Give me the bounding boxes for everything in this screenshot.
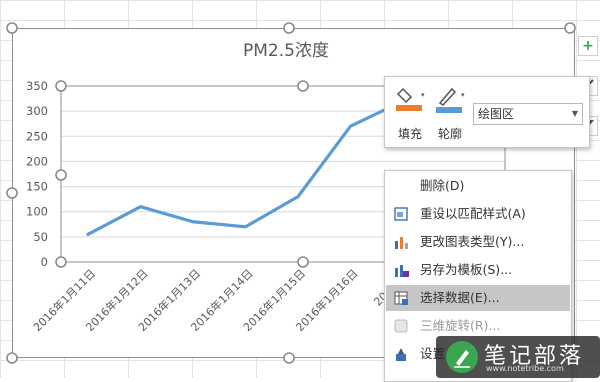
chevron-down-icon: ▼ (572, 104, 578, 124)
fill-button[interactable]: ▾ 填充 (391, 83, 429, 143)
menu-item-select-data[interactable]: 选择数据(E)... (386, 285, 570, 311)
menu-item-delete[interactable]: 删除(D) (386, 173, 570, 199)
data-points (88, 101, 403, 234)
menu-item-save-as-template[interactable]: 另存为模板(S)... (386, 257, 570, 283)
watermark-url: www.notetribe.com (486, 364, 564, 373)
svg-text:▾: ▾ (421, 91, 425, 99)
menu-item-change-chart-type[interactable]: 更改图表类型(Y)... (386, 229, 570, 255)
paint-bucket-icon: ▾ (391, 83, 429, 123)
pen-outline-icon: ▾ (431, 83, 469, 123)
y-axis: 0 50 100 150 200 250 300 350 (26, 79, 48, 269)
y-tick-label: 350 (26, 79, 48, 93)
format-mini-toolbar: ▾ 填充 ▾ 轮廓 绘图区 ▼ (384, 76, 590, 148)
chart-type-icon (393, 234, 409, 250)
menu-item-reset-style[interactable]: 重设以匹配样式(A) (386, 201, 570, 227)
plot-area-handles[interactable] (56, 81, 308, 267)
y-tick-label: 200 (26, 154, 48, 168)
y-tick-label: 50 (33, 230, 48, 244)
y-tick-label: 250 (26, 129, 48, 143)
3d-rotate-icon (393, 318, 409, 334)
fill-label: 填充 (391, 125, 429, 142)
y-tick-label: 150 (26, 180, 48, 194)
chart-elements-button[interactable]: + (578, 36, 598, 56)
chart-element-select[interactable]: 绘图区 ▼ (473, 103, 583, 125)
reset-style-icon (393, 206, 409, 222)
y-tick-label: 100 (26, 205, 48, 219)
watermark: 笔记部落 www.notetribe.com (436, 336, 600, 378)
chart-title: PM2.5浓度 (243, 41, 329, 61)
series-line[interactable] (88, 101, 403, 234)
outline-button[interactable]: ▾ 轮廓 (431, 83, 469, 143)
svg-text:▾: ▾ (461, 91, 465, 99)
y-tick-label: 0 (41, 255, 48, 269)
format-icon (393, 346, 409, 362)
chart-element-value: 绘图区 (478, 107, 514, 121)
pen-logo-icon (446, 341, 478, 373)
x-axis: 2016年1月11日2016年1月12日2016年1月13日2016年1月14日… (30, 266, 413, 334)
save-template-icon (393, 262, 409, 278)
select-data-icon (393, 290, 409, 306)
y-tick-label: 300 (26, 104, 48, 118)
outline-label: 轮廓 (431, 125, 469, 142)
plus-icon: + (582, 38, 594, 54)
